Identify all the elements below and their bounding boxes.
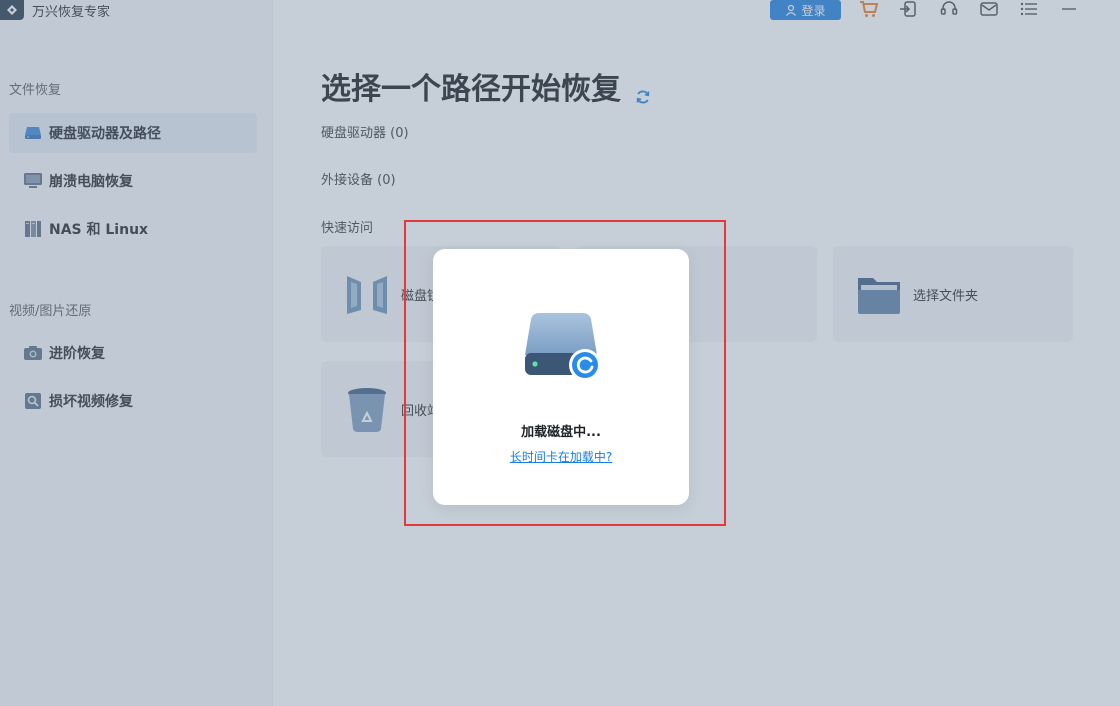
loading-text: 加载磁盘中... <box>521 425 601 440</box>
loading-dialog: 加载磁盘中... 长时间卡在加载中? <box>433 249 689 505</box>
stuck-loading-link[interactable]: 长时间卡在加载中? <box>433 448 689 465</box>
loading-disk-icon <box>521 309 605 389</box>
